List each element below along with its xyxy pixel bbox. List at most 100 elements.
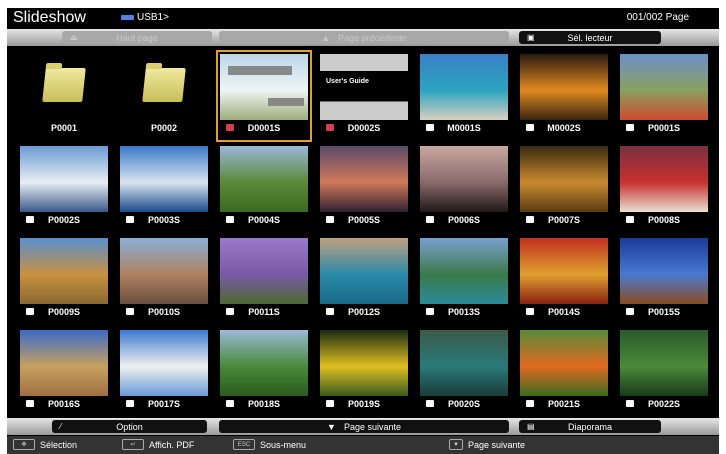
file-name-caption: P0001 bbox=[20, 120, 108, 136]
file-tile[interactable]: P0015S bbox=[618, 236, 710, 324]
previous-page-label: Page précédente bbox=[338, 32, 407, 43]
file-tile[interactable]: P0002 bbox=[118, 52, 210, 140]
file-name: P0015S bbox=[647, 307, 681, 317]
camera-icon bbox=[126, 400, 134, 407]
slideshow-screen: Slideshow USB1> 001/002 Page ⏏ Haut page … bbox=[7, 8, 719, 454]
file-tile[interactable]: P0018S bbox=[218, 328, 310, 416]
option-icon: ⁄ bbox=[60, 422, 62, 431]
camera-icon bbox=[26, 216, 34, 223]
top-page-icon: ⏏ bbox=[70, 33, 78, 42]
dpad-key-icon: ✥ bbox=[13, 439, 35, 450]
file-name: P0002S bbox=[47, 215, 81, 225]
camera-icon bbox=[226, 400, 234, 407]
camera-icon bbox=[126, 308, 134, 315]
breadcrumb-path: USB1> bbox=[137, 12, 169, 23]
file-name-caption: P0018S bbox=[220, 396, 308, 412]
folder-icon bbox=[142, 68, 186, 102]
file-tile[interactable]: P0016S bbox=[18, 328, 110, 416]
file-name: P0005S bbox=[347, 215, 381, 225]
folder-icon bbox=[42, 68, 86, 102]
next-page-button[interactable]: ▼ Page suivante bbox=[219, 420, 509, 433]
file-tile[interactable]: P0022S bbox=[618, 328, 710, 416]
file-thumbnail bbox=[320, 146, 408, 212]
file-tile[interactable]: P0007S bbox=[518, 144, 610, 232]
file-thumbnail bbox=[620, 330, 708, 396]
file-tile[interactable]: P0011S bbox=[218, 236, 310, 324]
file-name: P0001S bbox=[647, 123, 681, 133]
pdf-title-text: User's Guide bbox=[326, 78, 369, 85]
file-tile[interactable]: P0009S bbox=[18, 236, 110, 324]
hint-label: Affich. PDF bbox=[149, 439, 195, 450]
key-hints-bar: ✥ Sélection ↵ Affich. PDF ESC Sous-menu ▼ Pa… bbox=[7, 436, 719, 454]
file-thumbnail bbox=[420, 54, 508, 120]
hint-label: Page suivante bbox=[468, 439, 526, 450]
file-name: P0014S bbox=[547, 307, 581, 317]
drive-icon: ▣ bbox=[527, 33, 535, 42]
file-tile[interactable]: P0010S bbox=[118, 236, 210, 324]
file-name-caption: D0002S bbox=[320, 120, 408, 136]
hint-label: Sélection bbox=[40, 439, 78, 450]
file-name-caption: P0015S bbox=[620, 304, 708, 320]
file-tile[interactable]: User's Guide D0002S bbox=[318, 52, 410, 140]
top-page-button[interactable]: ⏏ Haut page bbox=[62, 31, 212, 44]
camera-icon bbox=[526, 308, 534, 315]
file-name: P0004S bbox=[247, 215, 281, 225]
file-name: P0008S bbox=[647, 215, 681, 225]
up-arrow-icon: ▲ bbox=[321, 32, 331, 43]
camera-icon bbox=[26, 308, 34, 315]
file-tile[interactable]: M0001S bbox=[418, 52, 510, 140]
file-name-caption: M0001S bbox=[420, 120, 508, 136]
file-thumbnail bbox=[220, 146, 308, 212]
file-tile[interactable]: P0017S bbox=[118, 328, 210, 416]
file-tile[interactable]: D0001S bbox=[216, 50, 312, 142]
file-name-caption: P0002S bbox=[20, 212, 108, 228]
option-label: Option bbox=[116, 421, 143, 432]
file-tile[interactable]: P0012S bbox=[318, 236, 410, 324]
file-tile[interactable]: P0002S bbox=[18, 144, 110, 232]
option-button[interactable]: ⁄ Option bbox=[52, 420, 207, 433]
camera-icon bbox=[26, 400, 34, 407]
app-title: Slideshow bbox=[13, 9, 86, 26]
file-tile[interactable]: P0004S bbox=[218, 144, 310, 232]
file-thumbnail bbox=[220, 330, 308, 396]
file-name: P0009S bbox=[47, 307, 81, 317]
file-tile[interactable]: P0021S bbox=[518, 328, 610, 416]
file-name: P0016S bbox=[47, 399, 81, 409]
file-name-caption: P0014S bbox=[520, 304, 608, 320]
file-tile[interactable]: M0002S bbox=[518, 52, 610, 140]
file-tile[interactable]: P0014S bbox=[518, 236, 610, 324]
file-thumbnail bbox=[620, 238, 708, 304]
camera-icon bbox=[326, 216, 334, 223]
file-thumbnail bbox=[520, 238, 608, 304]
slideshow-button[interactable]: ▤ Diaporama bbox=[519, 420, 661, 433]
file-name: P0017S bbox=[147, 399, 181, 409]
file-tile[interactable]: P0001S bbox=[618, 52, 710, 140]
previous-page-button[interactable]: ▲ Page précédente bbox=[219, 31, 509, 44]
hint-next-page: ▼ Page suivante bbox=[449, 439, 525, 450]
file-thumbnail bbox=[120, 238, 208, 304]
file-tile[interactable]: P0005S bbox=[318, 144, 410, 232]
file-name: D0002S bbox=[347, 123, 381, 133]
slideshow-icon: ▤ bbox=[527, 422, 535, 431]
file-thumbnail bbox=[520, 54, 608, 120]
esc-key-icon: ESC bbox=[233, 439, 255, 450]
usb-icon bbox=[121, 15, 134, 20]
file-name-caption: P0016S bbox=[20, 396, 108, 412]
select-reader-button[interactable]: ▣ Sél. lecteur bbox=[519, 31, 661, 44]
file-thumbnail bbox=[220, 238, 308, 304]
file-name-caption: P0022S bbox=[620, 396, 708, 412]
file-tile[interactable]: P0006S bbox=[418, 144, 510, 232]
file-tile[interactable]: P0013S bbox=[418, 236, 510, 324]
file-tile[interactable]: P0001 bbox=[18, 52, 110, 140]
slideshow-label: Diaporama bbox=[567, 421, 613, 432]
file-tile[interactable]: P0019S bbox=[318, 328, 410, 416]
file-name: P0011S bbox=[248, 307, 280, 317]
file-tile[interactable]: P0020S bbox=[418, 328, 510, 416]
file-tile[interactable]: P0008S bbox=[618, 144, 710, 232]
file-name-caption: P0010S bbox=[120, 304, 208, 320]
file-name: P0002 bbox=[150, 123, 178, 133]
file-thumbnail bbox=[20, 238, 108, 304]
file-name-caption: P0020S bbox=[420, 396, 508, 412]
file-tile[interactable]: P0003S bbox=[118, 144, 210, 232]
file-name-caption: P0012S bbox=[320, 304, 408, 320]
